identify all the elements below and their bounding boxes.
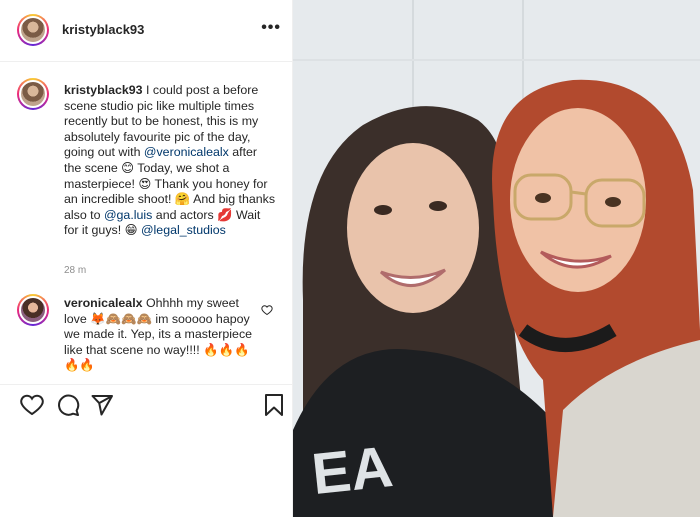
svg-text:EA: EA: [309, 434, 396, 507]
caption-time[interactable]: 28 m: [64, 265, 86, 276]
bookmark-icon[interactable]: [262, 393, 286, 417]
reply-text: veronicalealx Ohhhh my sweet love 🦊🙈🙈🙈 i…: [64, 296, 254, 374]
post-header: kristyblack93 •••: [0, 0, 293, 62]
caption-username[interactable]: kristyblack93: [64, 83, 143, 97]
author-username[interactable]: kristyblack93: [62, 22, 144, 37]
caption-text: kristyblack93 I could post a before scen…: [64, 83, 276, 239]
post-sidebar: kristyblack93 ••• kristyblack93 I could …: [0, 0, 293, 517]
caption-avatar[interactable]: [17, 78, 49, 110]
author-avatar[interactable]: [17, 14, 49, 46]
send-icon[interactable]: [90, 393, 114, 417]
heart-icon[interactable]: [20, 393, 44, 417]
reply-username[interactable]: veronicalealx: [64, 296, 143, 310]
mention-link[interactable]: @veronicalealx: [144, 145, 229, 159]
caption-body: I could post a before scene studio pic l…: [64, 83, 275, 237]
action-bar: [0, 384, 293, 424]
reply-like-heart-icon[interactable]: [261, 304, 273, 316]
selfie-illustration: EA: [293, 0, 700, 517]
reply-avatar[interactable]: [17, 294, 49, 326]
mention-link[interactable]: @ga.luis: [104, 208, 152, 222]
post-photo[interactable]: EA: [293, 0, 700, 517]
more-horizontal-icon[interactable]: •••: [261, 19, 281, 37]
comment-icon[interactable]: [56, 393, 80, 417]
mention-link[interactable]: @legal_studios: [141, 223, 226, 237]
